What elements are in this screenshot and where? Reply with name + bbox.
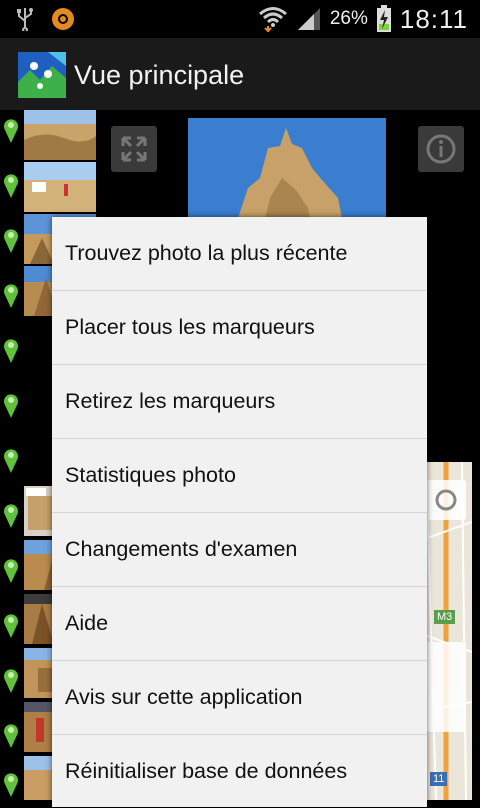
map-pin-icon[interactable]: [2, 171, 20, 199]
menu-item-photo-stats[interactable]: Statistiques photo: [52, 439, 427, 513]
expand-icon: [121, 136, 147, 162]
map-pin-icon[interactable]: [2, 666, 20, 694]
road-label-m3: M3: [434, 610, 456, 624]
signal-icon: [297, 8, 320, 30]
clock: 18:11: [399, 3, 468, 34]
battery-charging-icon: [376, 5, 391, 32]
wifi-icon: [258, 7, 287, 32]
menu-item-review-changes[interactable]: Changements d'examen: [52, 513, 427, 587]
map-pin-icon[interactable]: [2, 336, 20, 364]
status-bar: 26% 18:11: [0, 0, 480, 38]
map-pin-icon[interactable]: [2, 611, 20, 639]
menu-item-place-all-markers[interactable]: Placer tous les marqueurs: [52, 291, 427, 365]
action-bar: Vue principale: [0, 38, 480, 112]
photo-thumbnail[interactable]: [24, 110, 96, 160]
map-pin-icon[interactable]: [2, 391, 20, 419]
map-pin-icon[interactable]: [2, 501, 20, 529]
photo-thumbnail[interactable]: [24, 162, 96, 212]
map-pin-icon[interactable]: [2, 116, 20, 144]
map-pin-icon[interactable]: [2, 281, 20, 309]
menu-item-remove-markers[interactable]: Retirez les marqueurs: [52, 365, 427, 439]
map-pin-icon[interactable]: [2, 721, 20, 749]
battery-percent: 26%: [329, 8, 368, 29]
info-icon: [426, 134, 456, 164]
app-map-icon[interactable]: [18, 52, 66, 98]
menu-item-find-latest-photo[interactable]: Trouvez photo la plus récente: [52, 217, 427, 291]
options-menu: Trouvez photo la plus récente Placer tou…: [52, 217, 427, 807]
map-pin-icon[interactable]: [2, 770, 20, 798]
menu-item-reset-database[interactable]: Réinitialiser base de données: [52, 735, 427, 808]
road-label-number: 11: [430, 772, 448, 786]
menu-item-help[interactable]: Aide: [52, 587, 427, 661]
ring-icon: [52, 8, 74, 30]
fullscreen-button[interactable]: [111, 126, 157, 172]
info-button[interactable]: [418, 126, 464, 172]
menu-item-app-feedback[interactable]: Avis sur cette application: [52, 661, 427, 735]
page-title: Vue principale: [74, 60, 245, 90]
map-pin-icon[interactable]: [2, 446, 20, 474]
usb-icon: [17, 8, 33, 31]
map-pin-icon[interactable]: [2, 226, 20, 254]
map-pin-icon[interactable]: [2, 556, 20, 584]
